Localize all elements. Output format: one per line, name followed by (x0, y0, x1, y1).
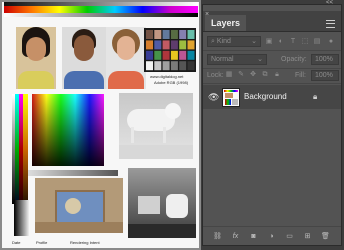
color-swatch (170, 50, 178, 60)
color-swatch (146, 61, 153, 71)
opacity-value: 100% (315, 56, 333, 63)
lock-image-icon[interactable]: ✎ (237, 71, 245, 79)
color-swatch (154, 40, 162, 50)
gray-ramp (4, 13, 198, 17)
search-icon: ⌕ (211, 38, 215, 45)
color-swatch (187, 61, 195, 71)
gray-scale-bottom (14, 200, 30, 236)
color-swatch (154, 50, 162, 60)
filter-pixel-icon[interactable]: ▣ (265, 38, 273, 46)
add-mask-icon[interactable]: ◙ (249, 232, 258, 241)
adjustment-layer-icon[interactable]: ◑ (267, 232, 276, 241)
canvas-area: www.digitaldog.net Adobe RGB (1998) Date… (0, 0, 201, 250)
portrait-3 (106, 27, 146, 89)
panel-footer: ⛓ fx ◙ ◑ ▭ ⊞ 🗑︎ (203, 226, 341, 245)
blend-mode-label: Normal (211, 56, 234, 63)
document-image: www.digitaldog.net Adobe RGB (1998) Date… (2, 2, 199, 248)
lock-all-icon[interactable]: 🔒︎ (273, 71, 281, 79)
filter-adjustment-icon[interactable]: ◐ (277, 38, 285, 46)
tab-layers[interactable]: Layers (205, 15, 247, 31)
panel-menu-icon[interactable] (326, 20, 335, 28)
color-swatch (179, 40, 187, 50)
fx-icon[interactable]: fx (231, 232, 240, 241)
color-swatch (179, 30, 187, 39)
dog-computer-photo (128, 168, 196, 238)
color-swatch (162, 50, 170, 60)
filter-type-icon[interactable]: T (289, 38, 297, 46)
new-layer-icon[interactable]: ⊞ (303, 232, 312, 241)
footer-label-profile: Profile (36, 240, 48, 245)
color-swatch (170, 30, 178, 39)
link-layers-icon[interactable]: ⛓ (213, 232, 222, 241)
color-swatch (170, 40, 178, 50)
color-swatch (170, 61, 178, 71)
spectrum-bar (4, 6, 198, 13)
opacity-label: Opacity: (281, 56, 307, 63)
filter-toggle-icon[interactable]: ● (327, 38, 335, 46)
url-label: www.digitaldog.net (150, 74, 184, 79)
color-checker-swatches (146, 30, 195, 71)
color-swatch (179, 61, 187, 71)
color-ramp-vertical-3 (23, 94, 28, 204)
separator (203, 83, 341, 84)
fill-input[interactable]: 100% (311, 70, 339, 81)
portrait-2 (62, 27, 106, 89)
layer-row[interactable]: 👁︎ Background 🔒︎ (203, 85, 341, 109)
color-swatch (187, 40, 195, 50)
color-swatch (162, 30, 170, 39)
lock-label: Lock: (207, 72, 224, 79)
color-swatch (187, 50, 195, 60)
filter-shape-icon[interactable]: ⬚ (301, 38, 309, 46)
fill-label: Fill: (295, 72, 306, 79)
color-swatch (146, 30, 153, 39)
delete-layer-icon[interactable]: 🗑︎ (321, 232, 330, 241)
portrait-1 (16, 27, 56, 89)
footer-label-date: Date (12, 240, 21, 245)
separator (203, 50, 341, 51)
filter-kind-label: Kind (216, 38, 231, 45)
opacity-input[interactable]: 100% (311, 54, 339, 65)
wolf-photo (119, 93, 193, 159)
lock-transparency-icon[interactable]: ▦ (225, 71, 233, 79)
filter-kind-select[interactable]: ⌕ Kind ⌄ (207, 36, 261, 47)
color-swatch (154, 30, 162, 39)
color-swatch (187, 30, 195, 39)
layer-name[interactable]: Background (244, 92, 287, 102)
panel-tab-bar: × Layers (203, 11, 341, 32)
separator (203, 68, 341, 69)
chevron-down-icon: ⌄ (251, 38, 257, 45)
color-swatch (179, 50, 187, 60)
new-group-icon[interactable]: ▭ (285, 232, 294, 241)
lock-icon: 🔒︎ (313, 92, 318, 101)
blend-mode-select[interactable]: Normal ⌄ (207, 54, 267, 65)
color-checker (144, 28, 196, 72)
lock-position-icon[interactable]: ✥ (249, 71, 257, 79)
lock-artboard-icon[interactable]: ⧉ (261, 71, 269, 79)
chevron-down-icon: ⌄ (257, 56, 263, 63)
color-swatch (162, 40, 170, 50)
fill-value: 100% (315, 72, 333, 79)
layers-panel: × Layers ⌕ Kind ⌄ ▣ ◐ T ⬚ ▤ ● Normal ⌄ O… (202, 4, 342, 246)
footer-label-rendering: Rendering Intent (70, 240, 100, 245)
visibility-eye-icon[interactable]: 👁︎ (208, 92, 219, 102)
window-photo (35, 178, 123, 233)
color-swatch (146, 50, 153, 60)
color-swatch (162, 61, 170, 71)
filter-smart-object-icon[interactable]: ▤ (313, 38, 321, 46)
color-swatch (146, 40, 153, 50)
color-swatch (154, 61, 162, 71)
gray-patches (28, 170, 118, 176)
profile-label: Adobe RGB (1998) (154, 80, 189, 85)
color-field (32, 94, 104, 166)
layer-thumbnail (222, 88, 240, 107)
